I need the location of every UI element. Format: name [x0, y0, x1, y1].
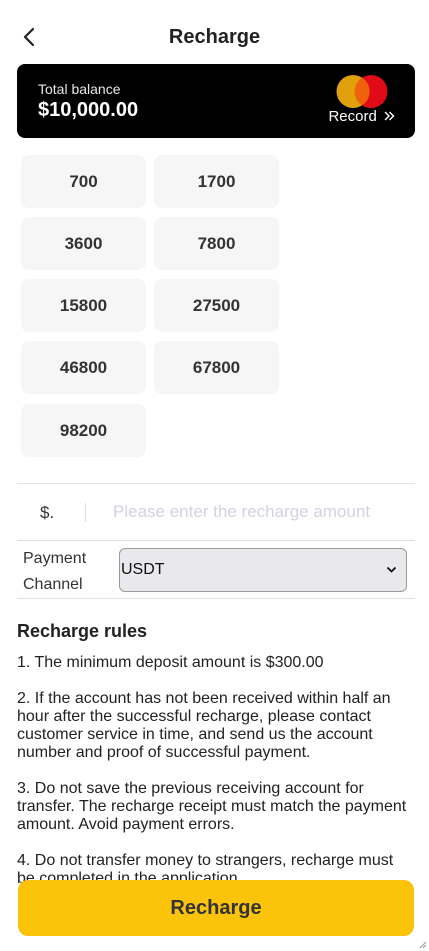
- balance-label: Total balance: [38, 81, 121, 97]
- record-label: Record: [328, 108, 377, 125]
- currency-prefix: $.: [40, 503, 55, 522]
- recharge-rules: Recharge rules 1. The minimum deposit am…: [17, 621, 412, 906]
- amount-option[interactable]: 27500: [154, 279, 279, 332]
- amount-input-row: $.: [17, 483, 415, 541]
- amount-option[interactable]: 46800: [21, 341, 146, 394]
- amount-option[interactable]: 67800: [154, 341, 279, 394]
- amount-option[interactable]: 7800: [154, 217, 279, 270]
- rule-item: 1. The minimum deposit amount is $300.00: [17, 654, 324, 671]
- amount-option[interactable]: 15800: [21, 279, 146, 332]
- payment-channel-value: USDT: [121, 561, 165, 578]
- amount-option[interactable]: 1700: [154, 155, 279, 208]
- header: Recharge: [0, 0, 429, 74]
- payment-channel-label: Payment Channel: [23, 550, 87, 593]
- balance-value: $10,000.00: [38, 99, 139, 121]
- rules-title: Recharge rules: [17, 621, 148, 641]
- amount-option[interactable]: 3600: [21, 217, 146, 270]
- balance-card: Total balance $10,000.00 Record: [17, 64, 415, 138]
- amount-option[interactable]: 98200: [21, 404, 146, 457]
- rule-item: 2. If the account has not been received …: [17, 690, 391, 761]
- mastercard-logo: [336, 75, 388, 108]
- double-chevron-right-icon: [384, 111, 395, 121]
- amount-option[interactable]: 700: [21, 155, 146, 208]
- payment-channel-row: Payment Channel USDT: [17, 540, 415, 599]
- chevron-down-icon: [386, 566, 397, 573]
- rule-item: 3. Do not save the previous receiving ac…: [17, 780, 407, 833]
- recharge-button[interactable]: Recharge: [18, 880, 414, 936]
- resize-grip-icon: [419, 941, 427, 949]
- record-link[interactable]: Record: [328, 108, 395, 125]
- payment-channel-select[interactable]: USDT: [119, 548, 407, 592]
- page-title: Recharge: [168, 26, 261, 48]
- input-divider: [85, 503, 86, 522]
- amount-input[interactable]: [113, 499, 403, 525]
